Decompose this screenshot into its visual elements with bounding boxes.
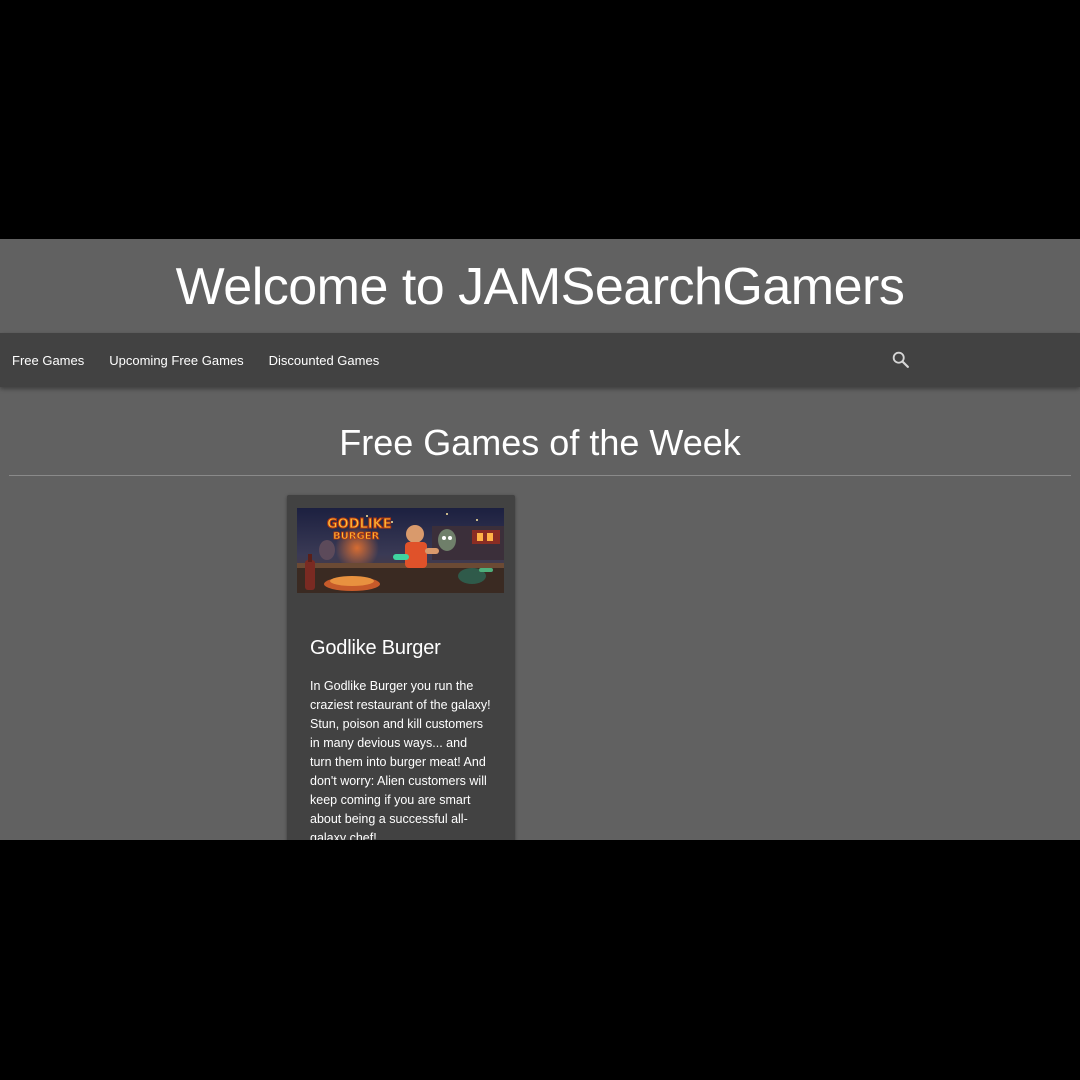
game-title[interactable]: Godlike Burger [310, 637, 441, 660]
section-divider [9, 475, 1071, 476]
app-viewport: Welcome to JAMSearchGamers Free Games Up… [0, 239, 1080, 840]
section-title: Free Games of the Week [339, 422, 741, 463]
navbar: Free Games Upcoming Free Games Discounte… [0, 333, 1080, 387]
site-header: Welcome to JAMSearchGamers [0, 239, 1080, 333]
nav-link-discounted-games[interactable]: Discounted Games [256, 353, 392, 368]
site-title: Welcome to JAMSearchGamers [175, 258, 905, 316]
main-content: Free Games of the Week GODLIKE BURGER Go… [0, 387, 1080, 840]
nav-link-free-games[interactable]: Free Games [0, 353, 97, 368]
game-logo-text-line-1: GODLIKE [327, 517, 392, 532]
game-logo-text-line-2: BURGER [333, 531, 379, 542]
game-description: In Godlike Burger you run the craziest r… [310, 679, 491, 840]
godlike-burger-artwork: GODLIKE BURGER [297, 508, 504, 593]
game-card[interactable]: GODLIKE BURGER Godlike Burger In Godlike… [287, 495, 515, 840]
search-button[interactable] [890, 349, 912, 371]
nav-link-upcoming-free-games[interactable]: Upcoming Free Games [97, 353, 256, 368]
search-icon [892, 351, 909, 368]
game-cover-image[interactable]: GODLIKE BURGER [297, 508, 504, 593]
